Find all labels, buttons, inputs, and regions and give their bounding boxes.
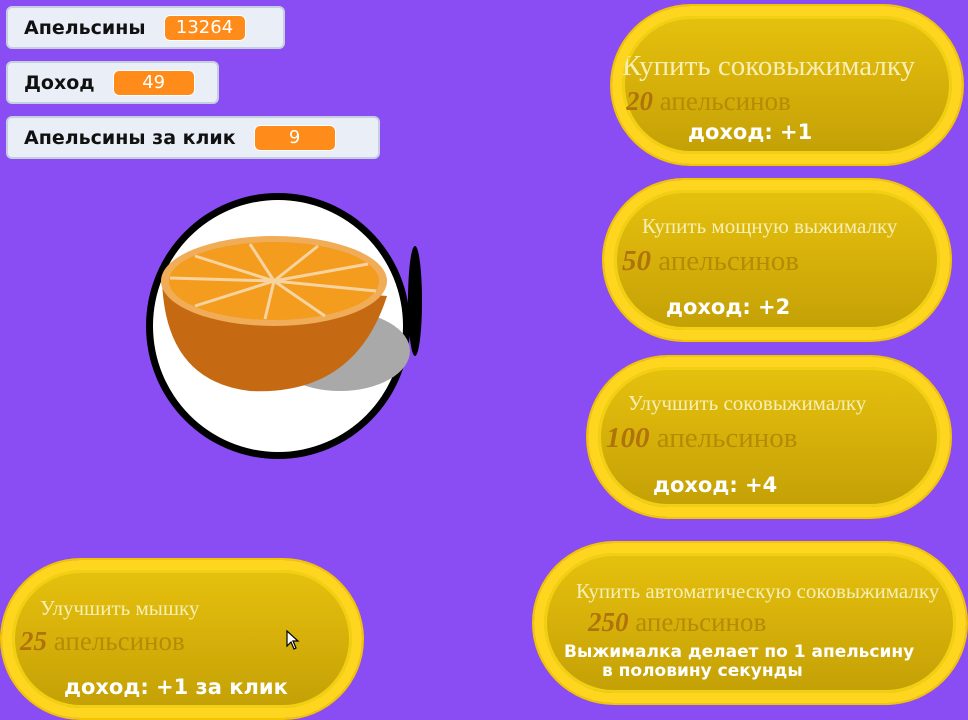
buy-power-juicer-button[interactable]: Купить мощную выжималку 50 апельсинов до… (604, 180, 950, 340)
upgrade-mouse-cost: 25 апельсинов (20, 626, 185, 657)
monitor-per-click-label: Апельсины за клик (24, 126, 236, 149)
upgrade-mouse-title: Улучшить мышку (40, 596, 200, 620)
monitor-per-click: Апельсины за клик 9 (6, 116, 380, 159)
buy-auto-juicer-button[interactable]: Купить автоматическую соковыжималку 250 … (534, 543, 966, 703)
buy-juicer-button[interactable]: Купить соковыжималку 20 апельсинов доход… (612, 6, 962, 164)
buy-juicer-income: доход: +1 (688, 120, 813, 144)
buy-juicer-cost: 20 апельсинов (626, 86, 791, 117)
monitor-income-label: Доход (24, 71, 95, 94)
buy-power-juicer-cost-unit: апельсинов (658, 245, 799, 277)
upgrade-mouse-cost-number: 25 (20, 626, 47, 656)
buy-juicer-title: Купить соковыжималку (622, 50, 916, 82)
upgrade-juicer-cost-unit: апельсинов (656, 422, 798, 454)
buy-power-juicer-cost-number: 50 (622, 245, 651, 277)
buy-auto-juicer-title: Купить автоматическую соковыжималку (576, 579, 940, 603)
monitor-income-value: 49 (112, 69, 195, 96)
upgrade-juicer-cost: 100 апельсинов (606, 422, 797, 455)
buy-auto-juicer-desc-line2: в половину секунды (602, 661, 803, 681)
monitor-per-click-value: 9 (253, 124, 336, 151)
upgrade-mouse-cost-unit: апельсинов (53, 626, 185, 656)
monitor-oranges-label: Апельсины (24, 16, 146, 39)
upgrade-juicer-income: доход: +4 (653, 473, 778, 497)
mouse-cursor-icon (286, 630, 300, 650)
buy-auto-juicer-desc-line1: Выжималка делает по 1 апельсину (564, 642, 915, 662)
upgrade-mouse-income: доход: +1 за клик (64, 675, 288, 699)
monitor-income: Доход 49 (6, 61, 219, 104)
buy-auto-juicer-cost: 250 апельсинов (588, 607, 766, 638)
buy-power-juicer-title: Купить мощную выжималку (642, 214, 898, 238)
upgrade-juicer-title: Улучшить соковыжималку (628, 391, 867, 415)
buy-power-juicer-cost: 50 апельсинов (622, 245, 799, 278)
upgrade-juicer-cost-number: 100 (606, 422, 650, 454)
buy-auto-juicer-cost-number: 250 (588, 607, 629, 637)
buy-power-juicer-income: доход: +2 (666, 295, 791, 319)
orange-half-icon[interactable] (140, 186, 430, 476)
buy-auto-juicer-cost-unit: апельсинов (635, 607, 767, 637)
upgrade-mouse-button[interactable]: Улучшить мышку 25 апельсинов доход: +1 з… (2, 560, 362, 718)
monitor-oranges-value: 13264 (163, 14, 246, 41)
buy-juicer-cost-unit: апельсинов (659, 86, 791, 116)
monitor-oranges: Апельсины 13264 (6, 6, 285, 49)
upgrade-juicer-button[interactable]: Улучшить соковыжималку 100 апельсинов до… (588, 357, 950, 517)
buy-juicer-cost-number: 20 (626, 86, 653, 116)
